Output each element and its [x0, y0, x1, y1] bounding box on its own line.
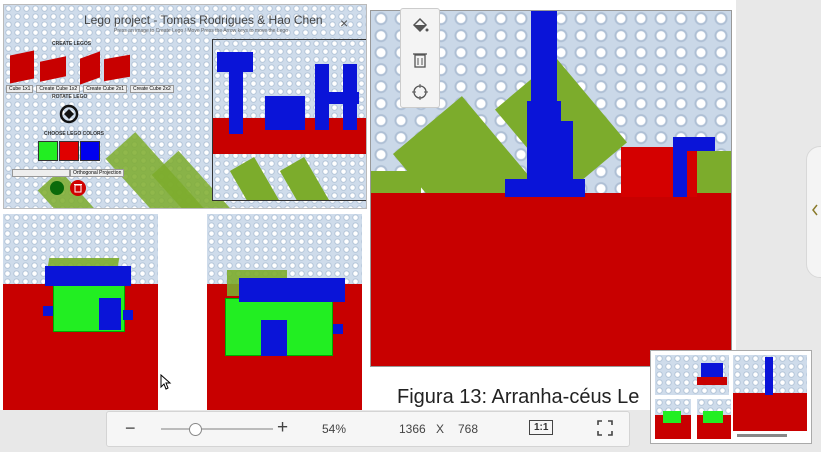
letter-t-stem — [229, 70, 243, 134]
preview-viewport — [212, 39, 366, 201]
cube-1x1-button[interactable]: Cube 1x1 — [6, 85, 34, 93]
app-title: Lego project - Tomas Rodrigues & Hao Che… — [84, 13, 323, 27]
brick-1x1-icon[interactable] — [10, 50, 34, 84]
house-render-1 — [3, 214, 158, 410]
app-screenshot: Lego project - Tomas Rodrigues & Hao Che… — [3, 4, 367, 209]
thumb-red — [697, 377, 727, 385]
thumb-caption — [737, 434, 787, 437]
navigator-thumbnail[interactable] — [650, 350, 812, 444]
brick-2x2-icon[interactable] — [104, 54, 130, 82]
mouse-cursor-icon — [160, 374, 172, 390]
cube-1x2-button[interactable]: Create Cube 1x2 — [36, 85, 81, 93]
house-roof — [45, 266, 131, 286]
image-height: 768 — [458, 422, 479, 436]
block-buttons: Cube 1x1 Create Cube 1x2 Create Cube 2x1… — [6, 85, 174, 93]
dimension-times: X — [436, 422, 445, 436]
house-door — [261, 320, 287, 356]
block-a — [265, 96, 305, 130]
trash-button[interactable] — [70, 180, 86, 196]
color-swatch-blue[interactable] — [80, 141, 100, 161]
actual-size-button[interactable]: 1:1 — [529, 420, 554, 435]
cube-2x2-button[interactable]: Create Cube 2x2 — [130, 85, 174, 93]
house-render-2 — [207, 214, 362, 410]
projection-select[interactable]: Orthogonal Projection — [70, 169, 125, 177]
thumb-blue — [701, 363, 723, 377]
zoom-level: 54% — [322, 422, 347, 436]
cube-2x1-button[interactable]: Create Cube 2x1 — [83, 85, 128, 93]
side-block — [123, 310, 133, 320]
view-select[interactable] — [12, 169, 70, 177]
fullscreen-icon[interactable] — [597, 420, 613, 436]
choose-colors-label: CHOOSE LEGO COLORS — [44, 131, 105, 137]
brick-1x2-icon[interactable] — [40, 56, 66, 82]
paint-bucket-icon[interactable] — [411, 17, 429, 35]
zoom-out-button[interactable]: − — [125, 418, 136, 439]
chevron-left-icon[interactable] — [811, 204, 819, 216]
house-door — [99, 298, 121, 330]
color-swatch-red[interactable] — [59, 141, 79, 161]
baseplate-strip — [229, 157, 285, 200]
zoom-toolbar: − + 54% 1366 X 768 1:1 — [106, 411, 630, 447]
thumb-green — [663, 411, 681, 423]
side-block — [43, 306, 53, 316]
letter-t-top — [217, 52, 253, 72]
confirm-button[interactable] — [50, 181, 64, 195]
create-legos-label: CREATE LEGOS — [52, 41, 92, 47]
zoom-slider-track[interactable] — [161, 428, 273, 430]
figure-caption: Figura 13: Arranha-céus Le — [397, 386, 640, 408]
rotate-icon[interactable] — [59, 104, 79, 124]
color-swatch-green[interactable] — [38, 141, 58, 161]
red-block-top — [673, 137, 715, 151]
skyscraper-base — [505, 179, 585, 197]
thumb-blue — [765, 357, 773, 395]
zoom-in-button[interactable]: + — [277, 417, 288, 439]
crosshair-icon[interactable] — [411, 83, 429, 101]
baseplate-strip — [279, 157, 335, 200]
zoom-slider-thumb[interactable] — [188, 423, 202, 436]
red-baseplate — [371, 193, 731, 366]
brick-2x1-icon[interactable] — [80, 51, 100, 85]
tool-panel — [400, 8, 440, 108]
letter-h-bar — [315, 92, 359, 104]
app-subtitle: Press an image to Create Lego / Move Pre… — [114, 28, 288, 34]
thumb-red — [733, 393, 807, 431]
skyscraper-side — [553, 121, 573, 191]
thumb-green — [703, 411, 723, 423]
trash-icon[interactable] — [412, 51, 428, 69]
close-icon[interactable]: × — [340, 15, 348, 31]
image-width: 1366 — [399, 422, 426, 436]
rotate-lego-label: ROTATE LEGO — [52, 94, 88, 100]
house-roof — [239, 278, 345, 302]
side-block — [333, 324, 343, 334]
